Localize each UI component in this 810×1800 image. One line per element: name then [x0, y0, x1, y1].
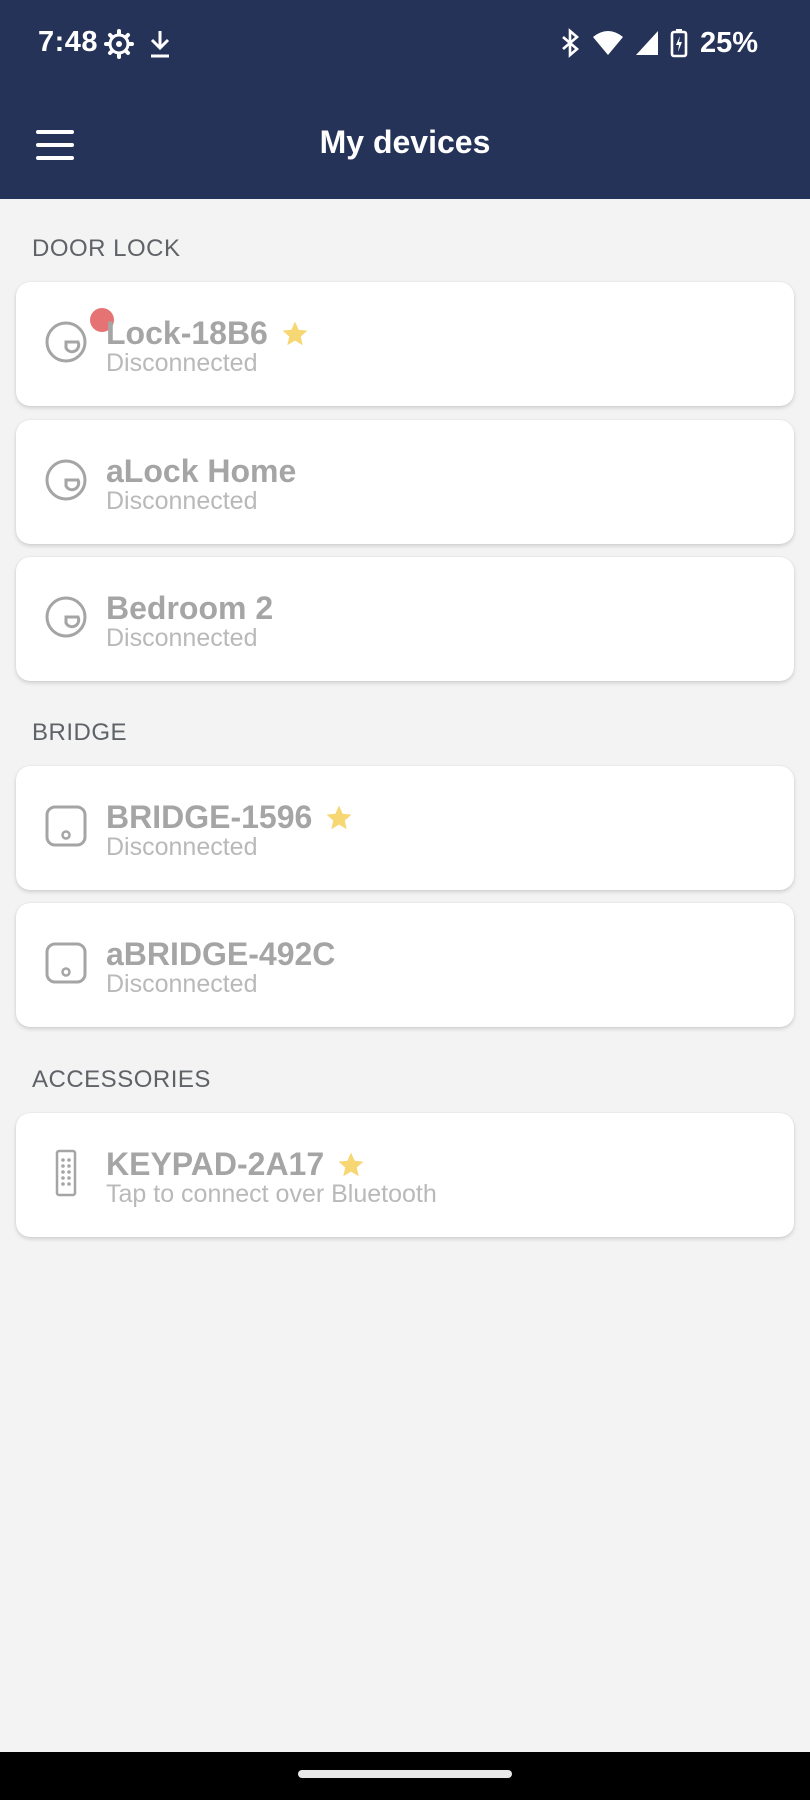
device-name-text: BRIDGE-1596 [106, 799, 313, 835]
system-nav-bar [0, 1752, 810, 1800]
device-card-lock-18b6[interactable]: Lock-18B6 Disconnected [16, 282, 794, 406]
favorite-star-icon [326, 805, 352, 829]
keypad-icon [55, 1149, 77, 1197]
device-name-text: aBRIDGE-492C [106, 936, 336, 972]
bluetooth-icon [562, 28, 579, 58]
device-name: Lock-18B6 [106, 315, 310, 352]
device-card-alock-home[interactable]: aLock Home Disconnected [16, 420, 794, 544]
device-status: Disconnected [106, 487, 258, 515]
app-header: 7:48 25% My devices [0, 0, 810, 199]
device-name: BRIDGE-1596 [106, 799, 354, 836]
page-title: My devices [319, 124, 491, 160]
cell-signal-icon [635, 31, 658, 55]
device-name: aLock Home [106, 453, 296, 490]
status-right-icons: 25% [560, 25, 758, 61]
device-status: Disconnected [106, 833, 258, 861]
device-status: Disconnected [106, 624, 258, 652]
device-status: Disconnected [106, 349, 258, 377]
status-left-icons [104, 27, 172, 61]
favorite-star-icon [282, 321, 308, 345]
device-name: Bedroom 2 [106, 590, 273, 627]
device-name-text: Lock-18B6 [106, 315, 268, 351]
device-name-text: aLock Home [106, 453, 297, 489]
device-status: Tap to connect over Bluetooth [106, 1180, 437, 1208]
section-label-accessories: ACCESSORIES [32, 1066, 211, 1093]
home-indicator[interactable] [298, 1770, 512, 1778]
lock-icon [45, 321, 87, 363]
settings-gear-icon [104, 29, 134, 59]
lock-icon [45, 596, 87, 638]
device-name: aBRIDGE-492C [106, 936, 335, 973]
section-label-door-lock: DOOR LOCK [32, 235, 181, 262]
device-card-abridge-492c[interactable]: aBRIDGE-492C Disconnected [16, 903, 794, 1027]
status-bar: 7:48 25% [0, 0, 810, 90]
device-card-bridge-1596[interactable]: BRIDGE-1596 Disconnected [16, 766, 794, 890]
download-icon [150, 31, 170, 58]
battery-charging-icon [670, 29, 688, 58]
status-time: 7:48 [38, 26, 99, 58]
device-status: Disconnected [106, 970, 258, 998]
app-bar: My devices [0, 90, 810, 199]
lock-icon [45, 459, 87, 501]
favorite-star-icon [338, 1152, 364, 1176]
wifi-icon [592, 31, 623, 55]
bridge-icon [45, 805, 87, 847]
device-name-text: Bedroom 2 [106, 590, 274, 626]
battery-percentage: 25% [699, 26, 758, 59]
device-card-bedroom-2[interactable]: Bedroom 2 Disconnected [16, 557, 794, 681]
device-card-keypad-2a17[interactable]: KEYPAD-2A17 Tap to connect over Bluetoot… [16, 1113, 794, 1237]
section-label-bridge: BRIDGE [32, 719, 128, 746]
device-name: KEYPAD-2A17 [106, 1146, 366, 1183]
bridge-icon [45, 942, 87, 984]
device-name-text: KEYPAD-2A17 [106, 1146, 325, 1182]
